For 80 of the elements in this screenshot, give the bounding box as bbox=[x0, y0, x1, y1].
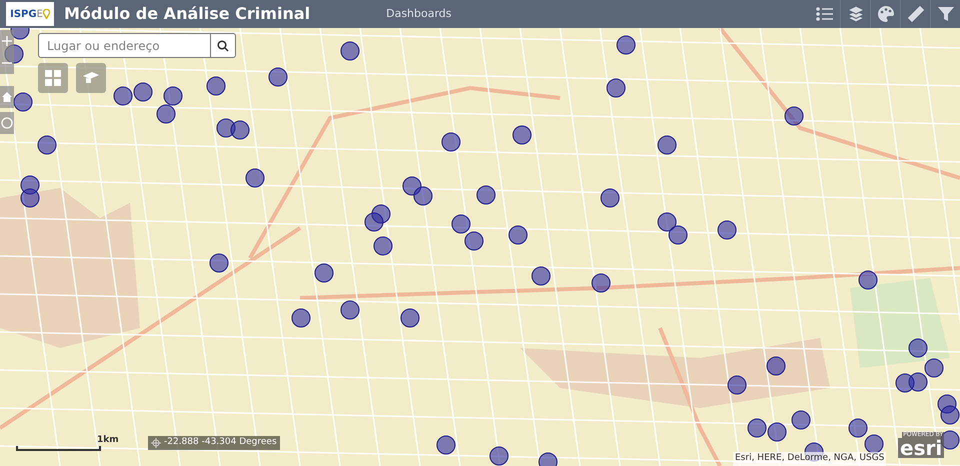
filter-icon bbox=[936, 4, 956, 24]
incident-marker[interactable] bbox=[372, 204, 390, 224]
incident-marker[interactable] bbox=[532, 266, 550, 286]
incident-marker[interactable] bbox=[858, 270, 878, 290]
incident-marker[interactable] bbox=[134, 82, 152, 102]
incident-marker[interactable] bbox=[606, 78, 626, 98]
incident-marker[interactable] bbox=[206, 76, 226, 96]
incident-marker[interactable] bbox=[924, 358, 944, 378]
incident-marker[interactable] bbox=[748, 418, 766, 438]
incident-marker[interactable] bbox=[374, 236, 392, 256]
incident-marker[interactable] bbox=[436, 436, 456, 454]
app-title: Módulo de Análise Criminal bbox=[64, 3, 310, 25]
incident-marker[interactable] bbox=[768, 422, 786, 442]
incident-marker[interactable] bbox=[592, 274, 610, 292]
crosshair-icon bbox=[151, 438, 161, 448]
app-logo: ISPGE bbox=[6, 2, 54, 26]
incident-marker[interactable] bbox=[20, 176, 40, 194]
incident-marker[interactable] bbox=[668, 226, 688, 244]
scale-label: 1km bbox=[97, 434, 119, 447]
zoom-in-button[interactable]: + bbox=[0, 30, 14, 52]
incident-marker[interactable] bbox=[210, 254, 228, 272]
attribution-text: Esri, HERE, DeLorme, NGA, USGS bbox=[733, 452, 886, 466]
incident-marker[interactable] bbox=[114, 86, 132, 106]
incident-marker[interactable] bbox=[512, 126, 532, 144]
home-icon bbox=[1, 91, 13, 103]
incident-marker[interactable] bbox=[490, 446, 508, 466]
search-button[interactable] bbox=[211, 33, 236, 58]
incident-marker[interactable] bbox=[364, 212, 384, 232]
incident-marker[interactable] bbox=[792, 410, 810, 430]
incident-marker[interactable] bbox=[156, 104, 176, 124]
incident-marker[interactable] bbox=[452, 214, 470, 234]
incident-marker[interactable] bbox=[508, 226, 528, 244]
search-field[interactable]: Lugar ou endereço bbox=[38, 33, 211, 58]
incident-marker[interactable] bbox=[784, 106, 804, 126]
coordinates-text: -22.888 -43.304 Degrees bbox=[164, 436, 278, 450]
incident-marker[interactable] bbox=[658, 136, 676, 154]
pin-icon bbox=[42, 9, 50, 19]
incident-marker[interactable] bbox=[908, 372, 928, 392]
incident-marker[interactable] bbox=[658, 212, 676, 232]
grid-icon bbox=[45, 70, 61, 86]
zoom-out-button[interactable]: − bbox=[0, 52, 14, 74]
incident-marker[interactable] bbox=[340, 300, 360, 320]
incident-marker[interactable] bbox=[616, 36, 636, 54]
cap-icon bbox=[82, 71, 100, 85]
ruler-icon bbox=[906, 4, 926, 24]
incident-marker[interactable] bbox=[718, 220, 736, 240]
dashboards-link[interactable]: Dashboards bbox=[386, 6, 452, 22]
incident-marker[interactable] bbox=[230, 120, 250, 140]
incident-marker[interactable] bbox=[20, 188, 40, 208]
incident-marker[interactable] bbox=[314, 264, 334, 282]
incident-marker[interactable] bbox=[442, 132, 460, 152]
legend-list-icon bbox=[815, 4, 835, 24]
incident-marker[interactable] bbox=[538, 452, 558, 466]
incident-marker[interactable] bbox=[14, 92, 32, 112]
incident-marker[interactable] bbox=[938, 394, 956, 414]
incident-marker[interactable] bbox=[728, 376, 746, 394]
incident-marker[interactable] bbox=[908, 338, 928, 358]
incident-marker[interactable] bbox=[414, 186, 432, 206]
incident-marker[interactable] bbox=[464, 232, 484, 250]
incident-marker[interactable] bbox=[164, 86, 182, 106]
incident-marker[interactable] bbox=[476, 186, 496, 204]
incident-marker[interactable] bbox=[766, 356, 786, 376]
incident-marker[interactable] bbox=[292, 308, 310, 328]
locate-icon bbox=[1, 117, 13, 129]
incident-marker[interactable] bbox=[940, 406, 960, 424]
incident-marker[interactable] bbox=[896, 374, 914, 392]
search-icon bbox=[217, 40, 229, 52]
incident-marker[interactable] bbox=[268, 68, 288, 86]
incident-marker[interactable] bbox=[38, 136, 56, 154]
incident-marker[interactable] bbox=[402, 176, 422, 196]
incident-marker[interactable] bbox=[848, 418, 868, 438]
incident-marker[interactable] bbox=[246, 168, 264, 188]
incident-marker[interactable] bbox=[340, 42, 360, 60]
esri-logo: esri bbox=[898, 438, 944, 458]
incident-marker[interactable] bbox=[864, 434, 884, 454]
incident-marker[interactable] bbox=[216, 118, 236, 138]
incident-marker[interactable] bbox=[600, 188, 620, 208]
palette-icon bbox=[876, 4, 896, 24]
incident-marker[interactable] bbox=[400, 308, 420, 328]
incident-marker[interactable] bbox=[10, 28, 30, 40]
